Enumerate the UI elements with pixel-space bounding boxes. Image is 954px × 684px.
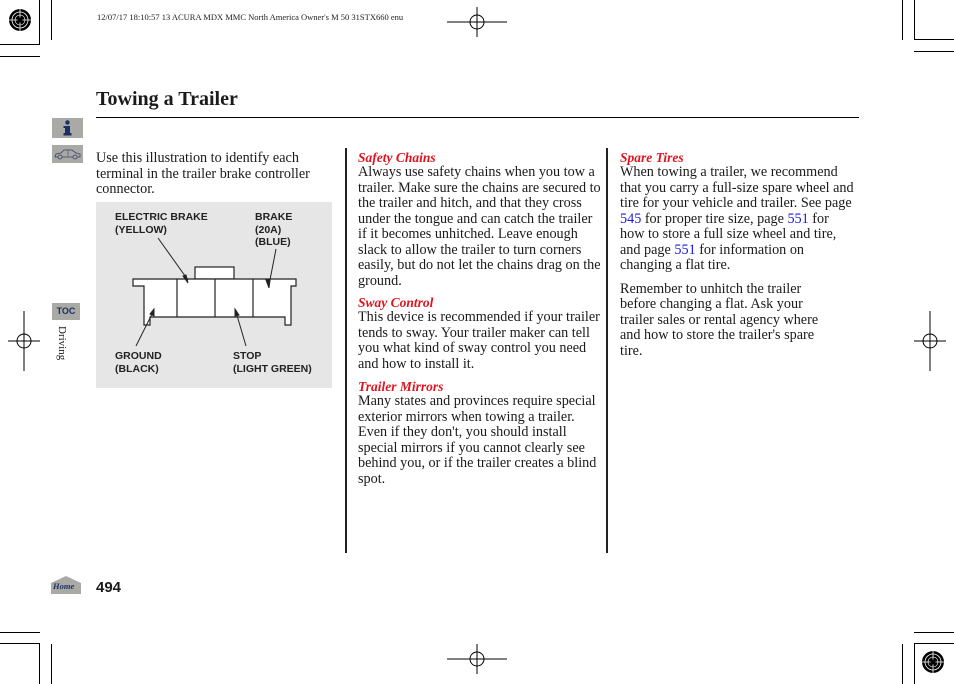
section-label: Driving (56, 326, 68, 361)
connector-drawing (132, 237, 297, 347)
page-link-551[interactable]: 551 (787, 211, 808, 227)
registration-target-top (447, 7, 507, 37)
middle-column: Safety Chains Always use safety chains w… (358, 150, 603, 487)
heading-spare-tires: Spare Tires (620, 150, 684, 165)
home-label: Home (53, 581, 75, 591)
star-target-bottom-right (922, 651, 944, 673)
info-icon (63, 120, 72, 136)
registration-target-bottom (447, 644, 507, 674)
page-link-551[interactable]: 551 (674, 242, 695, 258)
intro-text: Use this illustration to identify each t… (96, 150, 310, 197)
registration-target-left (8, 311, 40, 371)
heading-sway-control: Sway Control (358, 295, 434, 310)
toc-button[interactable]: TOC (52, 303, 80, 320)
intro-column: Use this illustration to identify each t… (96, 150, 331, 198)
heading-trailer-mirrors: Trailer Mirrors (358, 379, 444, 394)
home-button[interactable]: Home (50, 575, 82, 595)
section-safety-chains: Safety Chains Always use safety chains w… (358, 150, 603, 289)
section-spare-tires: Spare Tires When towing a trailer, we re… (620, 150, 855, 274)
column-divider (345, 148, 347, 553)
toc-label: TOC (56, 306, 76, 316)
body-sway-control: This device is recommended if your trail… (358, 309, 600, 372)
section-sway-control: Sway Control This device is recommended … (358, 295, 603, 372)
body-spare-tires: When towing a trailer, we recommend that… (620, 164, 854, 273)
vehicle-index-button[interactable] (52, 145, 83, 163)
page-title: Towing a Trailer (96, 88, 238, 110)
star-target-top-left (9, 9, 31, 31)
title-divider (96, 117, 859, 118)
registration-target-right (914, 311, 946, 371)
connector-diagram: ELECTRIC BRAKE (YELLOW) BRAKE (20A) (BLU… (96, 202, 332, 388)
page-link-545[interactable]: 545 (620, 211, 641, 227)
body-safety-chains: Always use safety chains when you tow a … (358, 164, 601, 289)
body-remember: Remember to unhitch the trailer before c… (620, 280, 819, 359)
info-button[interactable] (52, 118, 83, 138)
section-trailer-mirrors: Trailer Mirrors Many states and province… (358, 379, 603, 487)
right-column: Spare Tires When towing a trailer, we re… (620, 150, 855, 359)
body-trailer-mirrors: Many states and provinces require specia… (358, 393, 597, 487)
page-number: 494 (96, 579, 122, 596)
car-icon (54, 149, 81, 160)
column-divider (606, 148, 608, 553)
leader-electric-brake (157, 237, 189, 281)
heading-safety-chains: Safety Chains (358, 150, 436, 165)
connector-tab (194, 266, 235, 280)
print-metadata: 12/07/17 18:10:57 13 ACURA MDX MMC North… (97, 12, 404, 22)
